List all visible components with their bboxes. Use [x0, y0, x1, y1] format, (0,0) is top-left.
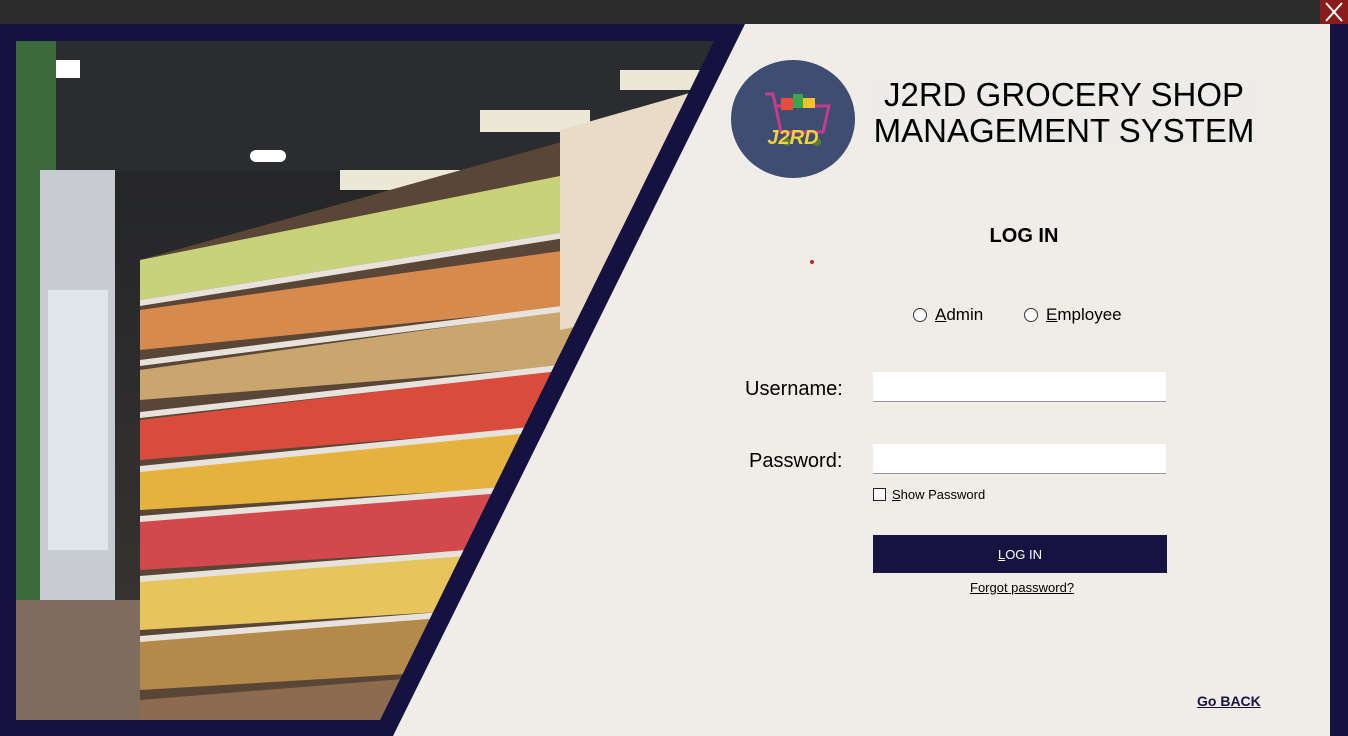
username-field[interactable]: [873, 372, 1166, 402]
login-button[interactable]: LOG IN: [873, 535, 1167, 573]
password-label: Password:: [749, 450, 843, 472]
login-button-label: LOG IN: [997, 546, 1043, 562]
login-heading: LOG IN: [989, 225, 1059, 247]
admin-radio-circle[interactable]: [913, 308, 927, 322]
show-password-checkbox[interactable]: Show Password: [873, 487, 985, 502]
close-button[interactable]: [1320, 0, 1348, 24]
show-password-label: Show Password: [892, 487, 986, 502]
close-icon: [1325, 2, 1343, 22]
logo-text: J2RD: [767, 127, 818, 149]
employee-radio-label: Employee: [1046, 305, 1122, 324]
logo: J2RD: [731, 60, 855, 178]
admin-radio[interactable]: Admin: [913, 305, 983, 325]
go-back-link[interactable]: Go BACK: [1197, 693, 1261, 709]
password-field[interactable]: [873, 444, 1166, 474]
checkbox-box[interactable]: [873, 488, 886, 501]
status-dot: [810, 260, 814, 264]
username-label: Username:: [745, 378, 843, 400]
shopping-cart-icon: J2RD: [765, 92, 831, 149]
forgot-password-link[interactable]: Forgot password?: [970, 580, 1074, 595]
title-line-2: MANAGEMENT SYSTEM: [873, 112, 1255, 149]
admin-radio-label: Admin: [935, 305, 984, 324]
employee-radio[interactable]: Employee: [1024, 305, 1122, 325]
employee-radio-circle[interactable]: [1024, 308, 1038, 322]
title-line-1: J2RD GROCERY SHOP: [883, 76, 1245, 113]
title-bar: [0, 0, 1348, 24]
app-title: J2RD GROCERY SHOP MANAGEMENT SYSTEM: [866, 77, 1262, 149]
